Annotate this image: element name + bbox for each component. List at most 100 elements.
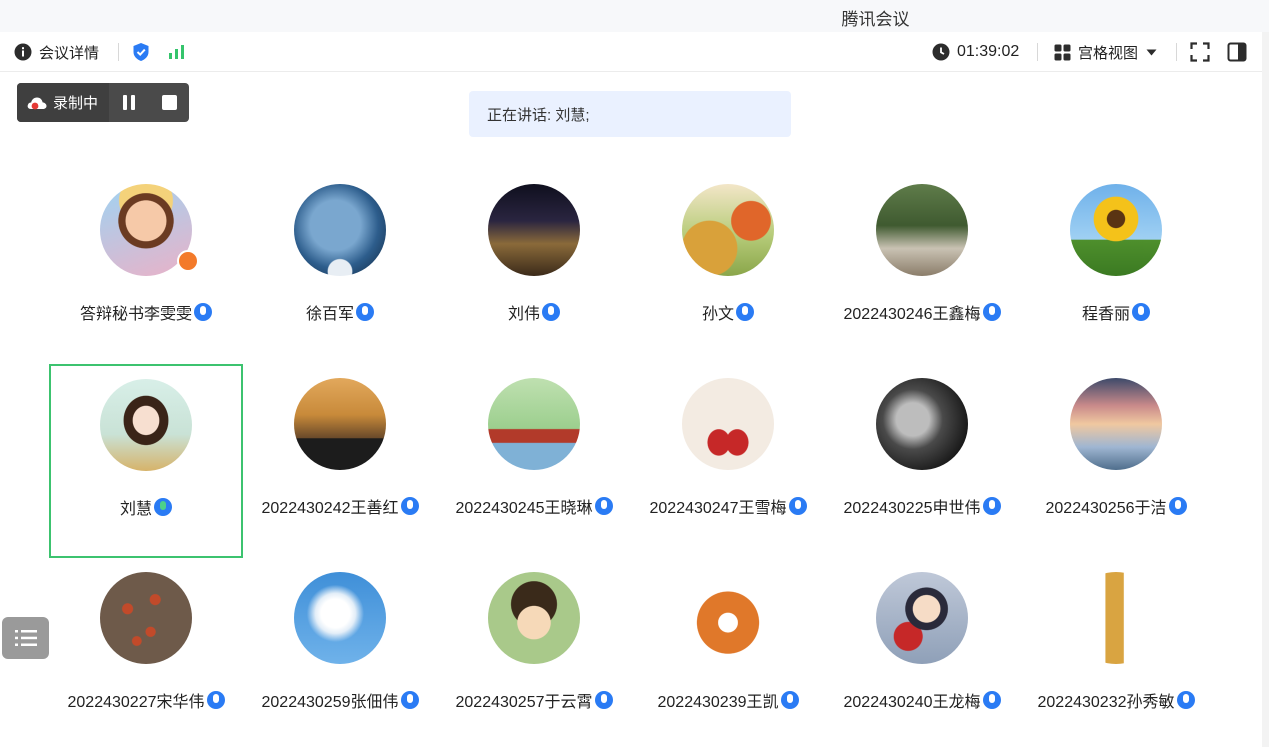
participant-name: 2022430246王鑫梅 [843, 306, 981, 323]
participant-tile[interactable]: 孙文 [631, 167, 825, 361]
view-mode-dropdown[interactable]: 宫格视图 [1054, 32, 1157, 72]
meeting-info-label: 会议详情 [39, 44, 100, 62]
mic-icon [594, 691, 613, 709]
mic-icon [788, 497, 807, 515]
timer-text: 01:39:02 [957, 43, 1020, 60]
participant-name-row: 2022430245王晓琳 [437, 494, 631, 518]
signal-bars-icon [169, 45, 184, 59]
app-title: 腾讯会议 [841, 10, 910, 29]
anime-bridge-avatar [488, 378, 580, 470]
stop-recording-button[interactable] [149, 83, 189, 122]
recording-label: 录制中 [53, 95, 99, 112]
list-icon [14, 630, 37, 646]
bw-portrait-avatar [876, 378, 968, 470]
grid-view-icon [1054, 44, 1071, 60]
participant-tile[interactable]: 2022430257于云霄 [437, 555, 631, 747]
mic-icon [542, 303, 560, 321]
participant-name-row: 2022430256于洁 [1019, 494, 1213, 518]
giraffe-kid-avatar [1070, 572, 1162, 664]
participant-name-row: 2022430232孙秀敏 [1019, 688, 1213, 712]
info-icon [14, 43, 32, 61]
participant-tile[interactable]: 2022430227宋华伟 [49, 555, 243, 747]
pause-recording-button[interactable] [109, 83, 149, 122]
participant-tile[interactable]: 2022430245王晓琳 [437, 361, 631, 555]
participant-name: 2022430259张佃伟 [261, 694, 399, 711]
mic-icon [1176, 691, 1195, 709]
participant-name-row: 程香丽 [1019, 300, 1213, 324]
mic-icon [400, 497, 419, 515]
couple-illustration-avatar [682, 378, 774, 470]
shield-check-icon [133, 43, 149, 61]
participant-name-row: 2022430239王凯 [631, 688, 825, 712]
participant-name: 2022430242王善红 [261, 500, 399, 517]
mic-icon [1132, 303, 1150, 321]
planet-avatar [294, 184, 386, 276]
participant-name-row: 2022430240王龙梅 [825, 688, 1019, 712]
participant-name-row: 孙文 [631, 300, 825, 324]
host-badge [177, 250, 199, 272]
participant-tile[interactable]: 2022430247王雪梅 [631, 361, 825, 555]
member-list-button[interactable] [2, 617, 49, 659]
pause-icon [123, 95, 135, 110]
mic-icon [594, 497, 613, 515]
participant-name: 刘伟 [507, 306, 540, 323]
participant-name: 2022430247王雪梅 [649, 500, 787, 517]
recording-status[interactable]: 录制中 [17, 83, 109, 122]
meeting-info-button[interactable]: 会议详情 [14, 32, 99, 72]
sunset-clouds-avatar [1070, 378, 1162, 470]
participant-tile-active[interactable]: 刘慧 [49, 364, 243, 558]
participant-tile[interactable]: 2022430225申世伟 [825, 361, 1019, 555]
participant-name-row: 刘伟 [437, 300, 631, 324]
participant-name: 2022430227宋华伟 [67, 694, 205, 711]
blue-sky-avatar [294, 572, 386, 664]
mic-icon [982, 691, 1001, 709]
participant-tile[interactable]: 2022430259张佃伟 [243, 555, 437, 747]
participant-name-row: 徐百军 [243, 300, 437, 324]
participant-name: 2022430240王龙梅 [843, 694, 981, 711]
participant-name-row: 2022430242王善红 [243, 494, 437, 518]
participant-tile[interactable]: 2022430240王龙梅 [825, 555, 1019, 747]
participant-name-row: 2022430257于云霄 [437, 688, 631, 712]
participant-tile[interactable]: 徐百军 [243, 167, 437, 361]
participant-name: 2022430225申世伟 [843, 500, 981, 517]
speaking-text: 正在讲话: 刘慧; [487, 106, 590, 124]
clock-icon [932, 43, 950, 61]
forest-photo-avatar [876, 184, 968, 276]
side-scroll-area[interactable] [1262, 32, 1269, 747]
participant-name: 2022430245王晓琳 [455, 500, 593, 517]
view-mode-label: 宫格视图 [1078, 44, 1139, 62]
mic-icon [194, 303, 212, 321]
participant-name: 2022430232孙秀敏 [1037, 694, 1175, 711]
cloud-record-icon [27, 97, 47, 109]
fullscreen-button[interactable] [1190, 32, 1210, 72]
network-signal[interactable] [167, 32, 187, 72]
participant-name-row: 2022430227宋华伟 [49, 688, 243, 712]
stop-icon [161, 95, 177, 110]
mic-icon [1168, 497, 1187, 515]
security-button[interactable] [132, 32, 150, 72]
title-bar: 腾讯会议 [0, 0, 1269, 32]
participant-name-row: 答辩秘书李雯雯 [49, 300, 243, 324]
participant-tile[interactable]: 2022430239王凯 [631, 555, 825, 747]
participant-name: 2022430256于洁 [1045, 500, 1167, 517]
participant-tile[interactable]: 2022430242王善红 [243, 361, 437, 555]
participant-tile[interactable]: 刘伟 [437, 167, 631, 361]
camel-desert-avatar [294, 378, 386, 470]
participant-name: 答辩秘书李雯雯 [79, 306, 192, 323]
speaking-indicator: 正在讲话: 刘慧; [469, 91, 791, 137]
participant-tile[interactable]: 2022430232孙秀敏 [1019, 555, 1213, 747]
participant-name-row: 2022430225申世伟 [825, 494, 1019, 518]
participant-name-row: 2022430259张佃伟 [243, 688, 437, 712]
sidebar-panel-icon [1227, 42, 1247, 62]
meeting-timer: 01:39:02 [932, 32, 1019, 72]
mic-icon [982, 497, 1001, 515]
sidebar-toggle-button[interactable] [1227, 32, 1247, 72]
fullscreen-icon [1190, 42, 1210, 62]
participant-tile[interactable]: 2022430256于洁 [1019, 361, 1213, 555]
participant-tile[interactable]: 程香丽 [1019, 167, 1213, 361]
participant-name-row: 2022430246王鑫梅 [825, 300, 1019, 324]
mic-icon [780, 691, 799, 709]
participant-tile[interactable]: 答辩秘书李雯雯 [49, 167, 243, 361]
participant-tile[interactable]: 2022430246王鑫梅 [825, 167, 1019, 361]
recording-control: 录制中 [17, 83, 189, 122]
